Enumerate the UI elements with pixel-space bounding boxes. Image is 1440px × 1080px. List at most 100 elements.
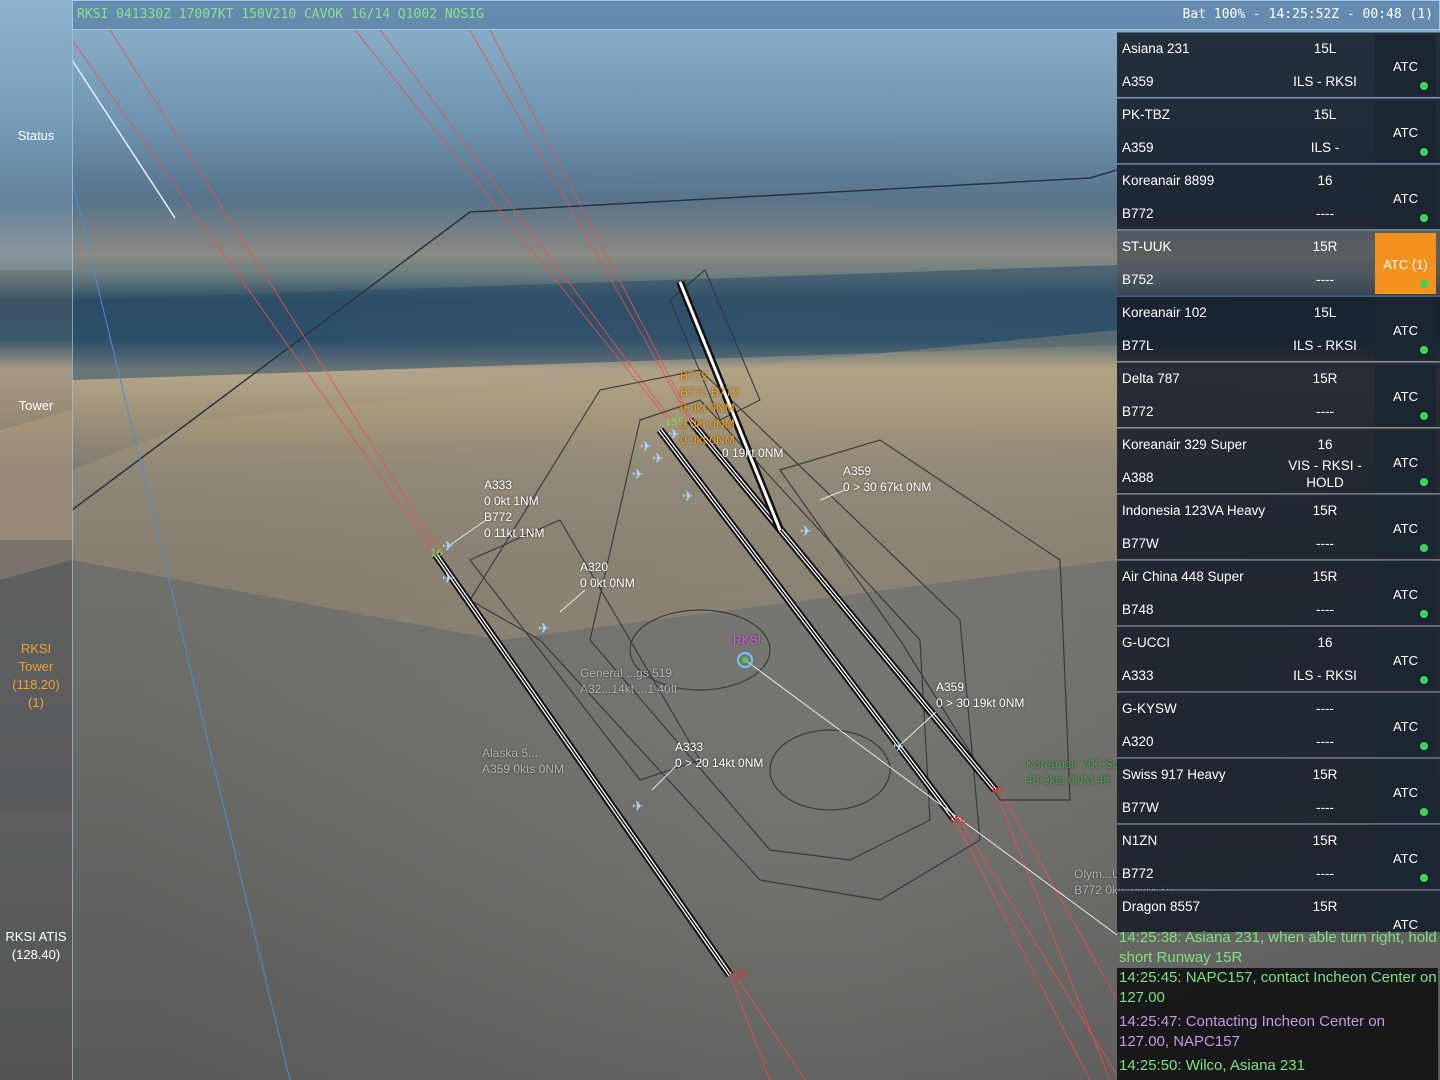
strip-atc-button[interactable]: ATC bbox=[1375, 629, 1436, 690]
strip-atc-label: ATC bbox=[1392, 59, 1419, 74]
left-panel: Status Tower RKSI Tower (118.20) (1) RKS… bbox=[0, 0, 73, 1080]
aircraft-data-line: A359 bbox=[936, 680, 965, 694]
comms-message: 14:25:38: Asiana 231, when able turn rig… bbox=[1119, 929, 1437, 966]
aircraft-data-tag[interactable]: General ...gs 519 A32...14kt ...1 40ft bbox=[580, 665, 677, 697]
strip-route: ---- bbox=[1316, 800, 1334, 815]
aircraft-icon[interactable]: ✈ bbox=[538, 622, 550, 636]
strip-aircraft-type: A333 bbox=[1122, 668, 1154, 683]
strip-runway: 15R bbox=[1312, 899, 1338, 914]
flight-strip[interactable]: ST-UUK B752 15R ---- ATC (1) bbox=[1117, 230, 1440, 295]
aircraft-icon[interactable]: ✈ bbox=[652, 452, 664, 466]
strip-atc-button[interactable]: ATC bbox=[1375, 35, 1436, 96]
strip-runway: 15L bbox=[1313, 41, 1337, 56]
strip-atc-button[interactable]: ATC bbox=[1375, 101, 1436, 162]
aircraft-data-line: 0 > 30 19kt 0NM bbox=[936, 696, 1025, 710]
aircraft-icon[interactable]: ✈ bbox=[640, 440, 652, 454]
svg-text:15L: 15L bbox=[948, 815, 967, 826]
strip-atc-button[interactable]: ATC bbox=[1375, 563, 1436, 624]
airport-label[interactable]: RKSI bbox=[733, 632, 761, 648]
flight-strips-panel: Asiana 231 A359 15L ILS - RKSI ATC PK-TBZ A359… bbox=[1117, 32, 1440, 932]
flight-strip[interactable]: G-UCCI A333 16 ILS - RKSI ATC bbox=[1117, 626, 1440, 691]
strip-aircraft-type: A359 bbox=[1122, 140, 1154, 155]
strip-route: ---- bbox=[1316, 272, 1334, 287]
status-button[interactable]: Status bbox=[0, 127, 72, 145]
flight-strip[interactable]: Koreanair 329 Super A388 16 VIS - RKSI - HOL… bbox=[1117, 428, 1440, 493]
strip-atc-button[interactable]: ATC bbox=[1375, 827, 1436, 888]
aircraft-data-tag[interactable]: Alaska 5... A359 0kts 0NM bbox=[482, 745, 564, 777]
rksi-tower-button[interactable]: RKSI Tower (118.20) (1) bbox=[0, 640, 72, 712]
atis-label: RKSI ATIS bbox=[5, 929, 67, 944]
strip-atc-button[interactable]: ATC bbox=[1375, 431, 1436, 492]
tower-button[interactable]: Tower bbox=[0, 397, 72, 415]
status-bar: RKSI 041330Z 17007KT 150V210 CAVOK 16/14… bbox=[72, 0, 1440, 30]
strip-runway: 15R bbox=[1312, 371, 1338, 386]
strip-aircraft-type: B752 bbox=[1122, 272, 1154, 287]
strip-atc-button[interactable]: ATC bbox=[1375, 761, 1436, 822]
aircraft-data-tag[interactable]: A333 0 > 20 14kt 0NM bbox=[675, 739, 763, 771]
rksi-atis-button[interactable]: RKSI ATIS (128.40) bbox=[0, 928, 72, 964]
strip-callsign: Swiss 917 Heavy bbox=[1122, 767, 1226, 782]
strip-callsign: G-KYSW bbox=[1122, 701, 1177, 716]
strip-runway: 16 bbox=[1317, 437, 1333, 452]
flight-strip[interactable]: G-KYSW A320 ---- ---- ATC bbox=[1117, 692, 1440, 757]
aircraft-data-line: A333 bbox=[675, 740, 704, 754]
flight-strip[interactable]: Dragon 8557 15R ATC bbox=[1117, 890, 1440, 932]
flight-strip[interactable]: PK-TBZ A359 15L ILS - ATC bbox=[1117, 98, 1440, 163]
flight-strip[interactable]: Air China 448 Super B748 15R ---- ATC bbox=[1117, 560, 1440, 625]
aircraft-data-line: A359 bbox=[843, 464, 872, 478]
aircraft-data-tag[interactable]: A359 0 > 30 67kt 0NM bbox=[843, 463, 931, 495]
strip-atc-button[interactable]: ATC (1) bbox=[1375, 233, 1436, 294]
flight-strip[interactable]: Indonesia 123VA Heavy B77W 15R ---- ATC bbox=[1117, 494, 1440, 559]
aircraft-icon[interactable]: ✈ bbox=[632, 800, 644, 814]
status-dot-icon bbox=[1420, 412, 1428, 420]
aircraft-icon[interactable]: ✈ bbox=[442, 572, 454, 586]
aircraft-data-tag[interactable]: B772 B77L B772 0 0kt 0NM 0 0kt 0NM 0 0kt 0NM bbox=[680, 368, 739, 448]
strip-atc-label: ATC bbox=[1392, 323, 1419, 338]
status-dot-icon bbox=[1420, 214, 1428, 222]
strip-atc-button[interactable]: ATC bbox=[1375, 299, 1436, 360]
strip-callsign: Delta 787 bbox=[1122, 371, 1180, 386]
flight-strip[interactable]: Asiana 231 A359 15L ILS - RKSI ATC bbox=[1117, 32, 1440, 97]
status-dot-icon bbox=[1420, 346, 1428, 354]
aircraft-icon[interactable]: ✈ bbox=[893, 740, 905, 754]
flight-strip[interactable]: Swiss 917 Heavy B77W 15R ---- ATC bbox=[1117, 758, 1440, 823]
strip-atc-button[interactable]: ATC bbox=[1375, 695, 1436, 756]
strip-route: ILS - RKSI bbox=[1293, 74, 1357, 89]
status-dot-icon bbox=[1420, 610, 1428, 618]
strip-route: ---- bbox=[1316, 536, 1334, 551]
aircraft-data-tag[interactable]: A320 0 0kt 0NM bbox=[580, 559, 635, 591]
aircraft-data-line: 0 > 30 67kt 0NM bbox=[843, 480, 932, 494]
strip-aircraft-type: B772 bbox=[1122, 866, 1154, 881]
status-dot-icon bbox=[1420, 808, 1428, 816]
status-dot-icon bbox=[1420, 742, 1428, 750]
strip-route: ---- bbox=[1316, 602, 1334, 617]
strip-aircraft-type: B772 bbox=[1122, 206, 1154, 221]
aircraft-data-line: B772 bbox=[680, 369, 709, 383]
status-dot-icon bbox=[1420, 874, 1428, 882]
aircraft-icon[interactable]: ✈ bbox=[682, 490, 694, 504]
strip-callsign: Dragon 8557 bbox=[1122, 899, 1201, 914]
comms-message: 14:25:50: Wilco, Asiana 231 bbox=[1117, 1056, 1438, 1080]
strip-atc-button[interactable]: ATC bbox=[1375, 497, 1436, 558]
aircraft-icon[interactable]: ✈ bbox=[442, 540, 454, 554]
aircraft-icon[interactable]: ✈ bbox=[632, 468, 644, 482]
strip-atc-button[interactable]: ATC bbox=[1375, 365, 1436, 426]
flight-strip[interactable]: Koreanair 102 B77L 15L ILS - RKSI ATC bbox=[1117, 296, 1440, 361]
rksi-tower-line: Tower bbox=[18, 659, 54, 674]
aircraft-icon[interactable]: ✈ bbox=[668, 428, 680, 442]
flight-strip[interactable]: N1ZN B772 15R ---- ATC bbox=[1117, 824, 1440, 889]
strip-runway: 15R bbox=[1312, 503, 1338, 518]
aircraft-icon[interactable]: ✈ bbox=[800, 525, 812, 539]
flight-strip[interactable]: Koreanair 8899 B772 16 ---- ATC bbox=[1117, 164, 1440, 229]
svg-text:16: 16 bbox=[990, 785, 1003, 796]
flight-strip[interactable]: Delta 787 B772 15R ---- ATC bbox=[1117, 362, 1440, 427]
aircraft-data-line: 0 0kt 0NM bbox=[680, 417, 735, 431]
airport-marker-dot bbox=[742, 657, 748, 663]
strip-atc-label: ATC bbox=[1392, 389, 1419, 404]
aircraft-data-tag[interactable]: A359 0 > 30 19kt 0NM bbox=[936, 679, 1024, 711]
strip-atc-label: ATC bbox=[1392, 653, 1419, 668]
strip-atc-button[interactable]: ATC bbox=[1375, 893, 1436, 932]
status-dot-icon bbox=[1420, 676, 1428, 684]
aircraft-data-tag[interactable]: A333 0 0kt 1NM B772 0 11kt 1NM bbox=[484, 477, 544, 541]
strip-atc-button[interactable]: ATC bbox=[1375, 167, 1436, 228]
